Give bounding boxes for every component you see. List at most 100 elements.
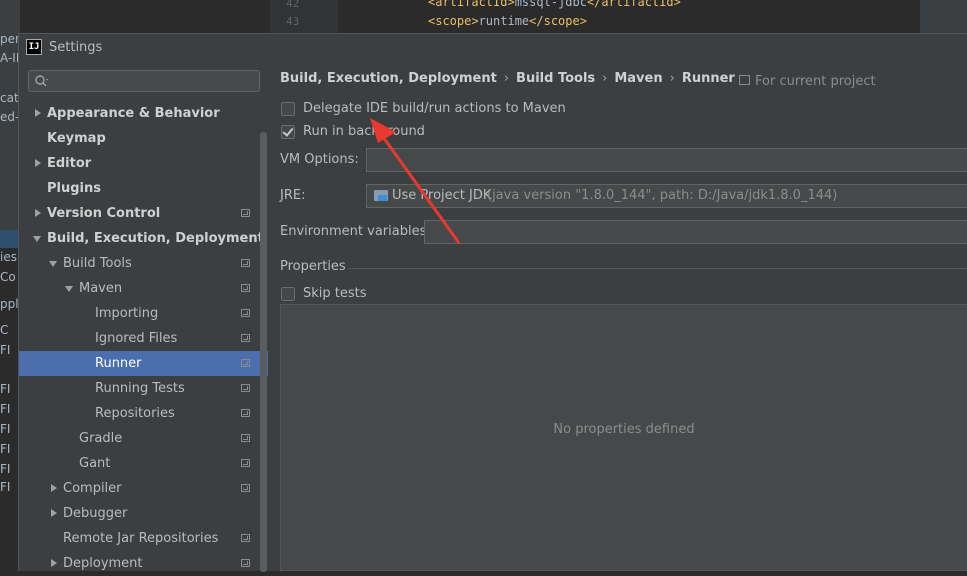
- sidebar-item-deployment[interactable]: Deployment: [19, 551, 268, 576]
- project-scope-icon: [241, 209, 250, 217]
- expand-arrow-right-icon[interactable]: [33, 201, 43, 226]
- search-icon[interactable]: [34, 74, 50, 88]
- sidebar-item-debugger[interactable]: Debugger: [19, 501, 268, 526]
- sidebar-item-label: Keymap: [47, 131, 106, 146]
- background-fragment: FI: [0, 382, 11, 396]
- background-gutter: [270, 0, 338, 34]
- expand-arrow-right-icon[interactable]: [49, 551, 59, 576]
- project-scope-icon: [241, 384, 250, 392]
- dialog-title: Settings: [49, 40, 103, 55]
- sidebar-item-label: Editor: [47, 156, 92, 171]
- sidebar-item-build-execution-deployment[interactable]: Build, Execution, Deployment: [19, 226, 268, 251]
- jre-label: JRE:: [280, 188, 306, 203]
- expand-arrow-right-icon[interactable]: [33, 101, 43, 126]
- properties-table[interactable]: No properties defined: [280, 304, 967, 571]
- sidebar-item-runner[interactable]: Runner: [19, 351, 268, 376]
- sidebar-item-label: Remote Jar Repositories: [63, 531, 219, 546]
- sidebar-item-running-tests[interactable]: Running Tests: [19, 376, 268, 401]
- code-tag-close: </scope>: [529, 14, 587, 28]
- settings-dialog: IJ Settings Appearance & Behavior Keymap E…: [18, 33, 967, 572]
- skip-tests-label[interactable]: Skip tests: [303, 285, 367, 303]
- background-fragment: FI: [0, 480, 11, 494]
- sidebar-item-plugins[interactable]: Plugins: [19, 176, 268, 201]
- skip-tests-checkbox[interactable]: [281, 287, 295, 301]
- sidebar-item-build-tools[interactable]: Build Tools: [19, 251, 268, 276]
- sidebar-item-maven[interactable]: Maven: [19, 276, 268, 301]
- code-line: <artifactId>mssql-jdbc</artifactId>: [428, 0, 681, 9]
- project-scope-icon: [241, 434, 250, 442]
- vm-options-field[interactable]: [366, 148, 967, 172]
- expand-arrow-down-icon[interactable]: [49, 251, 59, 276]
- breadcrumb-separator: ›: [602, 71, 608, 86]
- jre-detail: (java version "1.8.0_144", path: D:/Java…: [487, 188, 838, 203]
- project-scope-icon: [241, 309, 250, 317]
- sidebar-item-gant[interactable]: Gant: [19, 451, 268, 476]
- project-scope-icon: [739, 75, 750, 85]
- sidebar-item-compiler[interactable]: Compiler: [19, 476, 268, 501]
- sidebar-item-label: Build, Execution, Deployment: [47, 231, 264, 246]
- expand-arrow-down-icon[interactable]: [65, 276, 75, 301]
- breadcrumb-item: Build Tools: [516, 71, 596, 86]
- code-tag-open: <artifactId>: [428, 0, 515, 9]
- sidebar-item-appearance-behavior[interactable]: Appearance & Behavior: [19, 101, 268, 126]
- background-fragment: A-IN: [0, 51, 20, 65]
- sidebar-item-label: Debugger: [63, 506, 128, 521]
- code-tag-close: </artifactId>: [586, 0, 681, 9]
- sidebar-item-keymap[interactable]: Keymap: [19, 126, 268, 151]
- expand-arrow-right-icon[interactable]: [49, 476, 59, 501]
- sidebar-scrollbar[interactable]: [260, 132, 267, 572]
- vm-options-label: VM Options:: [280, 152, 359, 167]
- properties-divider: [347, 268, 967, 269]
- sidebar-item-remote-jar-repositories[interactable]: Remote Jar Repositories: [19, 526, 268, 551]
- project-scope-icon: [241, 284, 250, 292]
- sidebar-item-repositories[interactable]: Repositories: [19, 401, 268, 426]
- sidebar-item-label: Appearance & Behavior: [47, 106, 220, 121]
- sidebar-item-editor[interactable]: Editor: [19, 151, 268, 176]
- code-tag-open: <scope>: [428, 14, 479, 28]
- background-fragment: FI: [0, 422, 11, 436]
- expand-arrow-down-icon[interactable]: [33, 226, 43, 251]
- sidebar-item-label: Build Tools: [63, 256, 132, 271]
- project-scope-icon: [241, 559, 250, 567]
- environment-variables-field[interactable]: [424, 220, 967, 244]
- sidebar-item-importing[interactable]: Importing: [19, 301, 268, 326]
- run-in-background-checkbox[interactable]: [281, 125, 295, 139]
- delegate-checkbox-label[interactable]: Delegate IDE build/run actions to Maven: [303, 100, 566, 118]
- delegate-checkbox[interactable]: [281, 102, 295, 116]
- background-fragment: per: [0, 32, 20, 46]
- project-scope-icon: [241, 334, 250, 342]
- background-selection-band: [0, 230, 20, 248]
- sidebar-item-gradle[interactable]: Gradle: [19, 426, 268, 451]
- sidebar-item-label: Deployment: [63, 556, 143, 571]
- expand-arrow-right-icon[interactable]: [33, 151, 43, 176]
- title-bar[interactable]: IJ Settings: [19, 34, 967, 62]
- project-scope-icon: [241, 459, 250, 467]
- project-scope-icon: [241, 359, 250, 367]
- search-input[interactable]: [28, 70, 260, 92]
- sidebar-item-version-control[interactable]: Version Control: [19, 201, 268, 226]
- properties-header: Properties: [280, 259, 346, 274]
- background-fragment: ed-: [0, 110, 20, 124]
- jre-select[interactable]: Use Project JDK (java version "1.8.0_144…: [366, 184, 967, 208]
- background-fragment: FI: [0, 343, 11, 357]
- background-fragment: ppl: [0, 297, 19, 311]
- project-scope-icon: [241, 484, 250, 492]
- background-fragment: FI: [0, 442, 11, 456]
- jre-value: Use Project JDK: [392, 188, 492, 203]
- background-fragment: FI: [0, 462, 11, 476]
- environment-variables-label: Environment variables:: [280, 224, 431, 239]
- breadcrumb-item: Runner: [681, 71, 735, 86]
- for-current-project-note: For current project: [739, 74, 876, 89]
- run-in-background-label[interactable]: Run in background: [303, 123, 425, 141]
- empty-state-text: No properties defined: [553, 422, 695, 437]
- code-text: runtime: [478, 14, 530, 28]
- code-text: mssql-jdbc: [514, 0, 587, 9]
- background-right-strip: [920, 0, 967, 34]
- sidebar-item-ignored-files[interactable]: Ignored Files: [19, 326, 268, 351]
- folder-icon: [374, 190, 388, 201]
- background-fragment: ies: [0, 250, 17, 264]
- background-fragment: Co: [0, 270, 16, 284]
- sidebar-item-label: Maven: [79, 281, 123, 296]
- expand-arrow-right-icon[interactable]: [49, 501, 59, 526]
- sidebar-item-label: Gradle: [79, 431, 123, 446]
